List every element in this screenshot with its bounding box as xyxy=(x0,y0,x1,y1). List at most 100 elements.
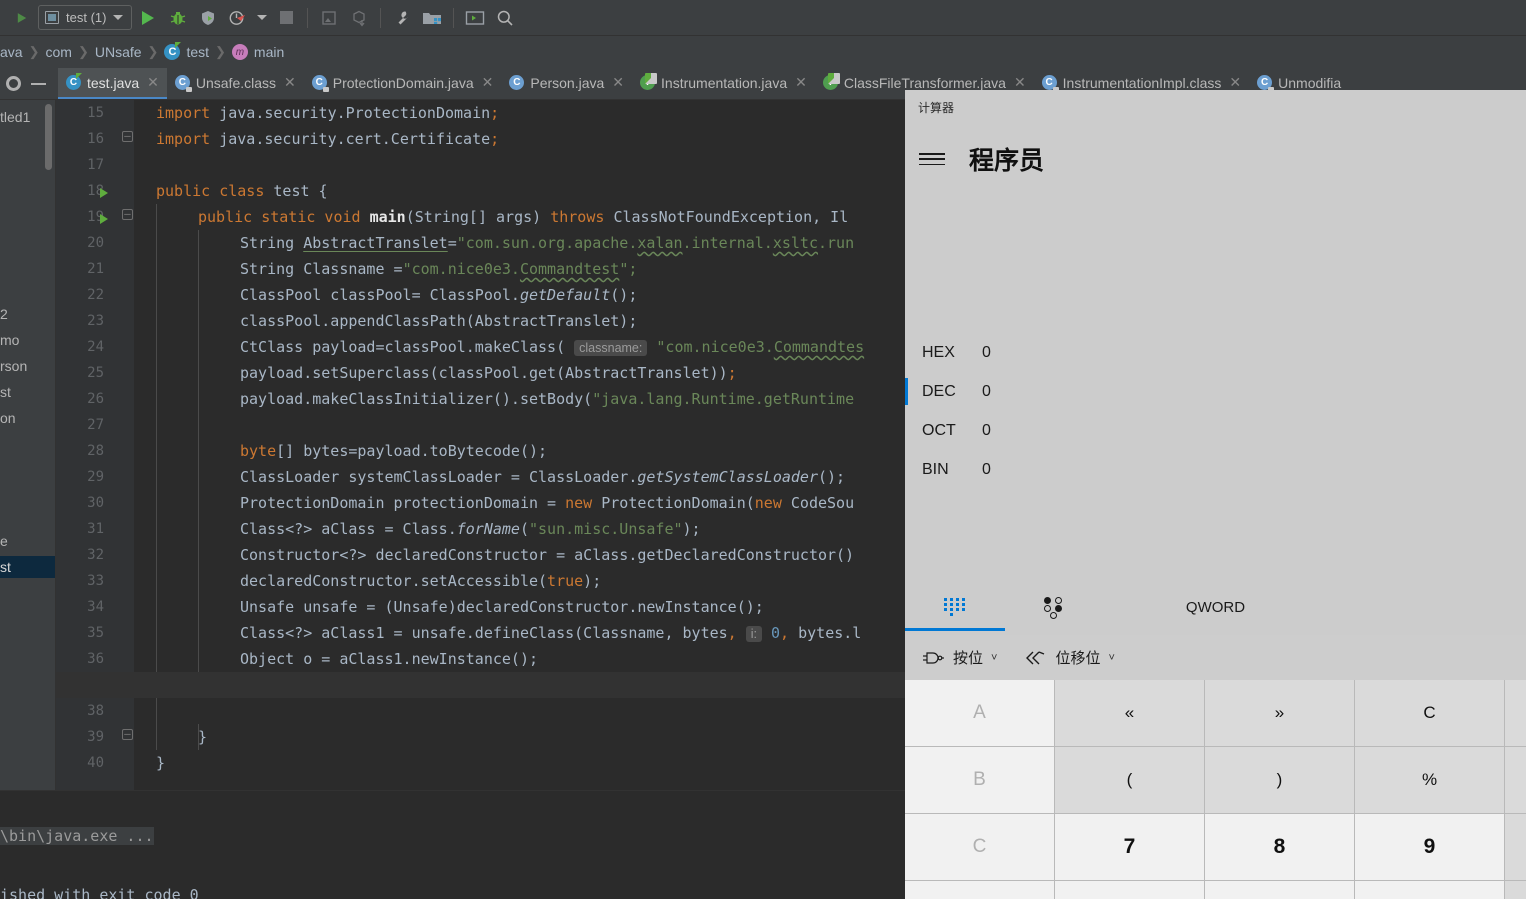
terminal-icon[interactable] xyxy=(461,4,489,32)
key-right-shift[interactable]: » xyxy=(1205,680,1354,746)
project-tree-sidebar[interactable]: tled1 2 mo rson st on e st xyxy=(0,100,56,899)
radix-row-hex[interactable]: HEX 0 xyxy=(905,333,1526,372)
key-backspace[interactable] xyxy=(1505,680,1526,746)
download-package-icon[interactable] xyxy=(345,4,373,32)
radix-row-oct[interactable]: OCT 0 xyxy=(905,411,1526,450)
settings-wrench-icon[interactable] xyxy=(388,4,416,32)
key-4[interactable]: 4 xyxy=(1055,881,1204,899)
bitshift-dropdown[interactable]: 位移位 ˅ xyxy=(1023,647,1115,668)
logic-gate-icon xyxy=(921,650,945,666)
compiled-class-icon: C xyxy=(311,75,329,92)
selection-bar xyxy=(905,456,908,483)
profiler-icon[interactable] xyxy=(224,4,252,32)
stop-icon[interactable] xyxy=(272,4,300,32)
radix-label: BIN xyxy=(922,460,949,478)
coverage-icon[interactable] xyxy=(194,4,222,32)
close-icon[interactable]: ✕ xyxy=(1014,74,1026,91)
tree-item-e[interactable]: e xyxy=(0,530,55,552)
run-configuration-selector[interactable]: test (1) xyxy=(38,5,133,30)
key-9[interactable]: 9 xyxy=(1355,814,1504,880)
calculator-mode-title: 程序员 xyxy=(969,147,1045,175)
tree-item-2[interactable]: 2 xyxy=(0,303,55,325)
debug-icon[interactable] xyxy=(164,4,192,32)
radix-row-bin[interactable]: BIN 0 xyxy=(905,450,1526,489)
line-number: 35 xyxy=(87,625,104,641)
radix-row-dec[interactable]: DEC 0 xyxy=(905,372,1526,411)
chevron-down-icon: ˅ xyxy=(1108,651,1115,664)
key-multiply[interactable] xyxy=(1505,814,1526,880)
run-gutter-icon[interactable] xyxy=(100,214,108,224)
close-icon[interactable]: ✕ xyxy=(612,74,624,91)
key-d[interactable]: D xyxy=(905,881,1054,899)
tab-test-java[interactable]: C test.java ✕ xyxy=(58,68,167,99)
close-icon[interactable]: ✕ xyxy=(482,74,494,91)
tree-item-on[interactable]: on xyxy=(0,407,55,429)
java-class-icon: C xyxy=(164,42,182,60)
tab-person-java[interactable]: C Person.java ✕ xyxy=(501,68,632,99)
line-number: 23 xyxy=(87,313,104,329)
breadcrumb-item-1[interactable]: com xyxy=(45,44,71,60)
key-divide[interactable] xyxy=(1505,747,1526,813)
key-close-paren[interactable]: ) xyxy=(1205,747,1354,813)
breadcrumb-item-0[interactable]: ava xyxy=(0,44,23,60)
back-arrow-icon[interactable] xyxy=(8,4,36,32)
tab-keypad[interactable] xyxy=(905,583,1005,631)
run-icon[interactable] xyxy=(134,4,162,32)
close-icon[interactable]: ✕ xyxy=(284,74,296,91)
selection-bar xyxy=(905,378,908,405)
fold-icon[interactable]: ─ xyxy=(122,131,133,142)
tab-bit-toggle[interactable] xyxy=(1005,583,1105,631)
run-gutter-icon[interactable] xyxy=(100,188,108,198)
key-modulo[interactable]: % xyxy=(1355,747,1504,813)
interface-icon: I xyxy=(640,73,658,90)
tab-instrumentation-java[interactable]: I Instrumentation.java ✕ xyxy=(632,68,815,99)
close-icon[interactable]: ✕ xyxy=(1229,74,1241,91)
gear-icon[interactable] xyxy=(6,76,21,91)
key-open-paren[interactable]: ( xyxy=(1055,747,1204,813)
key-a[interactable]: A xyxy=(905,680,1054,746)
key-8[interactable]: 8 xyxy=(1205,814,1354,880)
calculator-header: 程序员 xyxy=(905,135,1526,183)
tab-protectiondomain-java[interactable]: C ProtectionDomain.java ✕ xyxy=(304,68,502,99)
key-5[interactable]: 5 xyxy=(1205,881,1354,899)
java-class-icon: C xyxy=(66,73,82,90)
collapse-icon[interactable] xyxy=(31,82,46,85)
bitwise-dropdown[interactable]: 按位 ˅ xyxy=(921,647,997,668)
run-config-icon xyxy=(45,11,59,24)
fold-icon[interactable]: ─ xyxy=(122,209,133,220)
breadcrumb: ava ❯ com ❯ UNsafe ❯ C test ❯ m main xyxy=(0,36,1526,68)
calculator-window[interactable]: 计算器 程序员 HEX 0 DEC 0 OCT 0 BIN 0 QWORD 按位… xyxy=(905,90,1526,899)
breadcrumb-item-3[interactable]: test xyxy=(186,44,209,60)
tree-item-test-selected[interactable]: st xyxy=(0,556,55,578)
toolbar-divider xyxy=(453,7,455,28)
tab-label: ProtectionDomain.java xyxy=(332,74,474,91)
deploy-icon[interactable] xyxy=(315,4,343,32)
profiler-dropdown-icon[interactable] xyxy=(254,4,270,32)
key-left-shift[interactable]: « xyxy=(1055,680,1204,746)
project-structure-icon[interactable] xyxy=(418,4,446,32)
breadcrumb-item-2[interactable]: UNsafe xyxy=(95,44,142,60)
tree-item-person[interactable]: rson xyxy=(0,355,55,377)
key-minus[interactable] xyxy=(1505,881,1526,899)
close-icon[interactable]: ✕ xyxy=(795,74,807,91)
key-7[interactable]: 7 xyxy=(1055,814,1204,880)
tree-item-demo[interactable]: mo xyxy=(0,329,55,351)
breadcrumb-item-4[interactable]: main xyxy=(254,44,284,60)
tree-item-test[interactable]: st xyxy=(0,381,55,403)
sidebar-scrollbar[interactable] xyxy=(45,104,52,170)
bitshift-label: 位移位 xyxy=(1055,650,1101,667)
key-c[interactable]: C xyxy=(905,814,1054,880)
search-icon[interactable] xyxy=(491,4,519,32)
line-number: 17 xyxy=(87,157,104,173)
key-clear[interactable]: C xyxy=(1355,680,1504,746)
fold-icon[interactable]: ─ xyxy=(122,729,133,740)
tab-label: test.java xyxy=(87,74,140,91)
close-icon[interactable]: ✕ xyxy=(147,74,159,91)
bit-shift-icon xyxy=(1023,650,1047,666)
key-b[interactable]: B xyxy=(905,747,1054,813)
tab-unsafe-class[interactable]: C Unsafe.class ✕ xyxy=(167,68,304,99)
key-6[interactable]: 6 xyxy=(1355,881,1504,899)
radix-label: DEC xyxy=(922,382,956,400)
hamburger-menu-icon[interactable] xyxy=(919,150,945,168)
selection-bar xyxy=(905,339,908,366)
